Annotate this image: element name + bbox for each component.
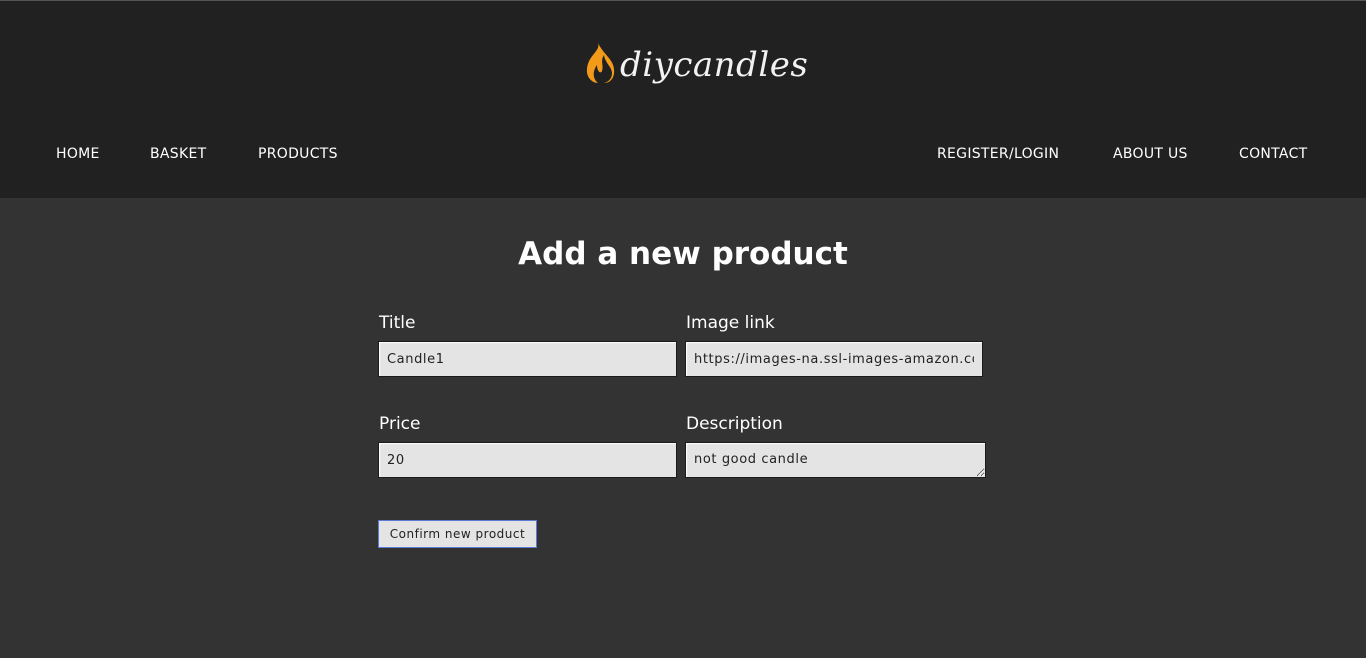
image-link-input[interactable] [685, 341, 983, 377]
brand-name: diycandles [620, 45, 809, 85]
description-label: Description [686, 414, 783, 434]
nav-register-login[interactable]: REGISTER/LOGIN [937, 146, 1059, 162]
description-textarea[interactable]: not good candle [685, 442, 986, 478]
site-logo[interactable]: diycandles [584, 41, 808, 101]
main-content: Add a new product Title Image link Price… [0, 198, 1366, 658]
title-label: Title [379, 313, 416, 333]
image-link-label: Image link [686, 313, 775, 333]
page-title: Add a new product [518, 236, 848, 272]
nav-basket[interactable]: BASKET [150, 146, 206, 162]
nav-products[interactable]: PRODUCTS [258, 146, 338, 162]
price-input[interactable] [378, 442, 677, 478]
confirm-new-product-button[interactable]: Confirm new product [378, 520, 537, 548]
nav-about-us[interactable]: ABOUT US [1113, 146, 1188, 162]
price-label: Price [379, 414, 421, 434]
nav-home[interactable]: HOME [56, 146, 100, 162]
nav-contact[interactable]: CONTACT [1239, 146, 1308, 162]
flame-icon [584, 41, 616, 87]
title-input[interactable] [378, 341, 677, 377]
site-header: diycandles HOME BASKET PRODUCTS REGISTER… [0, 0, 1366, 198]
